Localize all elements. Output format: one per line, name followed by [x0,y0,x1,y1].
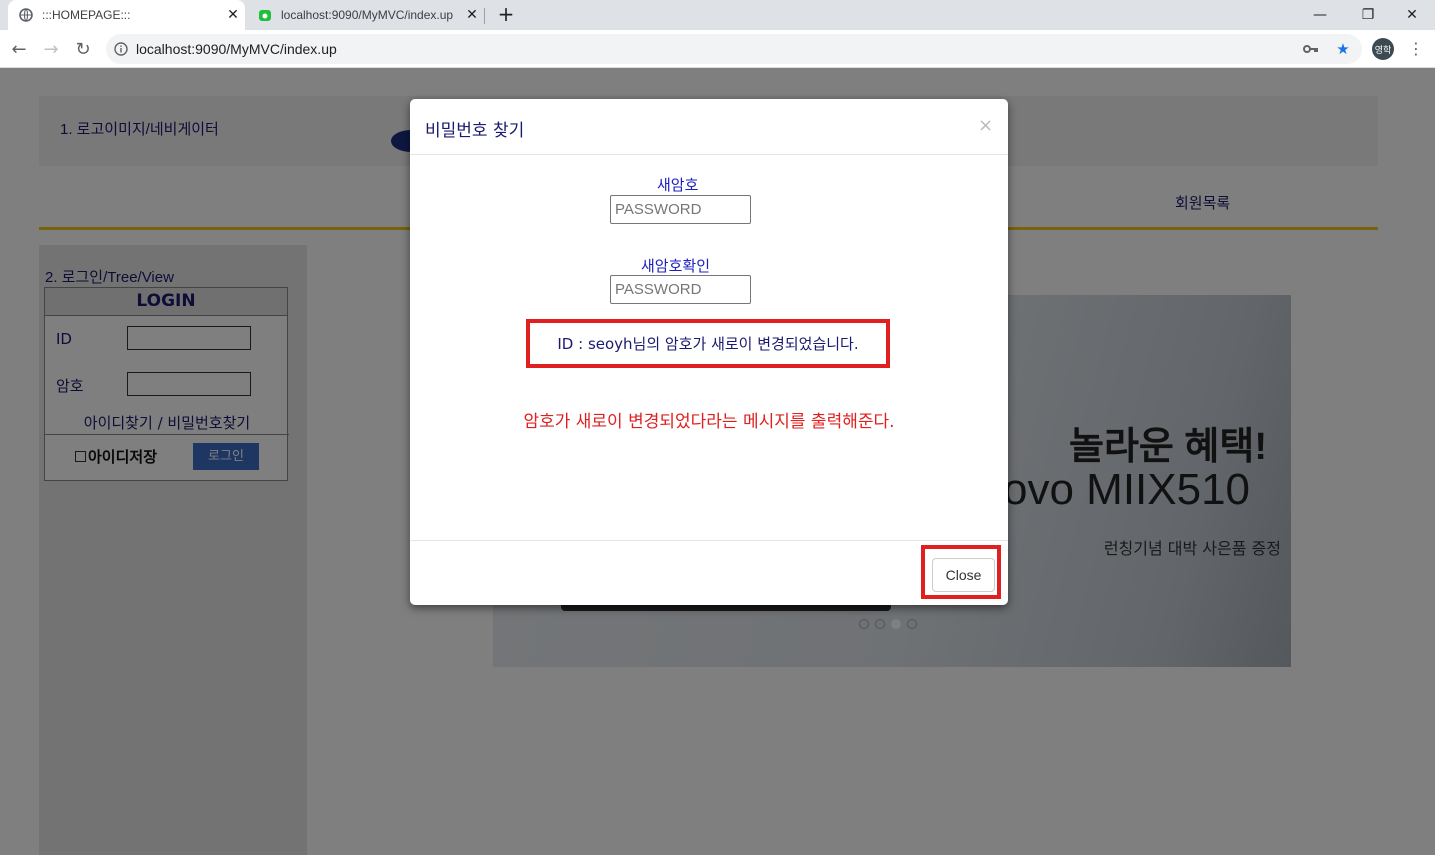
bookmark-star-icon[interactable]: ★ [1332,38,1354,60]
profile-avatar[interactable]: 영학 [1372,38,1394,60]
browser-toolbar: ← → ↻ localhost:9090/MyMVC/index.up ★ 영학… [0,30,1435,68]
modal-title: 비밀번호 찾기 [425,121,525,141]
modal-header: 비밀번호 찾기 × [410,99,1008,155]
url-text: localhost:9090/MyMVC/index.up [136,41,337,57]
window-close-icon[interactable]: ✕ [1389,0,1435,30]
forward-icon[interactable]: → [38,36,64,62]
minimize-icon[interactable]: — [1297,0,1343,30]
result-message: ID : seoyh님의 암호가 새로이 변경되었습니다. [557,335,859,353]
restore-icon[interactable]: ❐ [1345,0,1391,30]
browser-tabbar: :::HOMEPAGE::: ✕ localhost:9090/MyMVC/in… [0,0,1435,30]
new-password-input[interactable]: PASSWORD [610,195,751,224]
confirm-password-label: 새암호확인 [641,257,711,275]
tab-title: :::HOMEPAGE::: [42,8,131,22]
tab-separator [484,8,485,24]
tab-close-icon[interactable]: ✕ [460,7,484,23]
address-bar[interactable]: localhost:9090/MyMVC/index.up [106,34,1362,64]
modal-footer: Close [410,540,1008,605]
info-icon[interactable] [106,34,136,64]
new-password-label: 새암호 [657,176,699,194]
globe-icon [18,7,34,23]
back-icon[interactable]: ← [6,36,32,62]
reload-icon[interactable]: ↻ [70,36,96,62]
new-tab-icon[interactable]: + [494,3,518,27]
browser-menu-icon[interactable]: ⋮ [1406,38,1426,60]
find-password-modal: 비밀번호 찾기 × 새암호 PASSWORD 새암호확인 PASSWORD ID… [410,99,1008,605]
confirm-password-input[interactable]: PASSWORD [610,275,751,304]
modal-close-icon[interactable]: × [978,115,993,136]
key-icon[interactable] [1300,38,1322,60]
close-button[interactable]: Close [932,558,995,592]
browser-tab-homepage[interactable]: :::HOMEPAGE::: ✕ [8,0,245,30]
result-message-highlight: ID : seoyh님의 암호가 새로이 변경되었습니다. [526,319,890,368]
annotation-text: 암호가 새로이 변경되었다라는 메시지를 출력해준다. [523,412,895,432]
tomcat-icon [257,7,273,23]
tab-title: localhost:9090/MyMVC/index.up [281,8,454,22]
tab-close-icon[interactable]: ✕ [221,7,245,23]
browser-tab-index[interactable]: localhost:9090/MyMVC/index.up ✕ [247,0,484,30]
